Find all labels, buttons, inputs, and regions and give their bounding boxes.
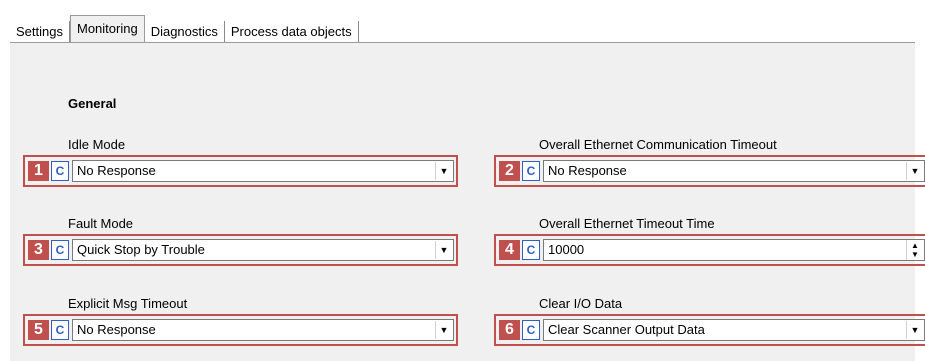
timeout-time-spinbox[interactable]: 10000 ▲ ▼ — [543, 239, 925, 261]
clear-io-data-label: Clear I/O Data — [539, 296, 623, 311]
comm-timeout-label: Overall Ethernet Communication Timeout — [539, 137, 777, 152]
callout-number: 6 — [499, 320, 520, 340]
idle-mode-value: No Response — [77, 163, 156, 178]
tab-settings[interactable]: Settings — [10, 21, 70, 43]
tab-process-data-objects[interactable]: Process data objects — [225, 21, 359, 43]
clear-io-data-select[interactable]: Clear Scanner Output Data ▼ — [543, 319, 925, 341]
callout-number: 1 — [28, 161, 49, 181]
timeout-time-value[interactable]: 10000 — [544, 240, 906, 260]
explicit-msg-timeout-select[interactable]: No Response ▼ — [72, 319, 454, 341]
config-badge-icon: C — [522, 161, 540, 181]
section-title-general: General — [68, 96, 117, 111]
callout-number: 4 — [499, 240, 520, 260]
config-badge-icon: C — [51, 320, 69, 340]
clear-io-data-value: Clear Scanner Output Data — [548, 322, 705, 337]
idle-mode-field: 1 C No Response ▼ — [23, 155, 458, 187]
monitoring-panel: General Idle Mode 1 C No Response ▼ Faul… — [10, 42, 925, 361]
callout-number: 2 — [499, 161, 520, 181]
timeout-time-field: 4 C 10000 ▲ ▼ — [494, 234, 925, 266]
chevron-down-icon[interactable]: ▼ — [906, 162, 923, 180]
chevron-down-icon[interactable]: ▼ — [435, 162, 452, 180]
explicit-msg-timeout-label: Explicit Msg Timeout — [68, 296, 188, 311]
chevron-down-icon[interactable]: ▼ — [435, 241, 452, 259]
fault-mode-field: 3 C Quick Stop by Trouble ▼ — [23, 234, 458, 266]
callout-number: 3 — [28, 240, 49, 260]
spinner-arrows-icon[interactable]: ▲ ▼ — [906, 240, 923, 260]
comm-timeout-select[interactable]: No Response ▼ — [543, 160, 925, 182]
config-badge-icon: C — [522, 240, 540, 260]
fault-mode-label: Fault Mode — [68, 216, 134, 231]
explicit-msg-timeout-field: 5 C No Response ▼ — [23, 314, 458, 346]
idle-mode-label: Idle Mode — [68, 137, 126, 152]
clear-io-data-field: 6 C Clear Scanner Output Data ▼ — [494, 314, 925, 346]
timeout-time-label: Overall Ethernet Timeout Time — [539, 216, 715, 231]
tab-diagnostics[interactable]: Diagnostics — [145, 21, 225, 43]
comm-timeout-field: 2 C No Response ▼ — [494, 155, 925, 187]
callout-number: 5 — [28, 320, 49, 340]
fault-mode-value: Quick Stop by Trouble — [77, 242, 205, 257]
explicit-msg-timeout-value: No Response — [77, 322, 156, 337]
config-badge-icon: C — [522, 320, 540, 340]
chevron-down-icon[interactable]: ▼ — [435, 321, 452, 339]
idle-mode-select[interactable]: No Response ▼ — [72, 160, 454, 182]
config-badge-icon: C — [51, 161, 69, 181]
tab-bar: Settings Monitoring Diagnostics Process … — [10, 13, 359, 43]
tab-monitoring[interactable]: Monitoring — [69, 15, 145, 43]
chevron-down-icon[interactable]: ▼ — [906, 321, 923, 339]
fault-mode-select[interactable]: Quick Stop by Trouble ▼ — [72, 239, 454, 261]
comm-timeout-value: No Response — [548, 163, 627, 178]
config-badge-icon: C — [51, 240, 69, 260]
